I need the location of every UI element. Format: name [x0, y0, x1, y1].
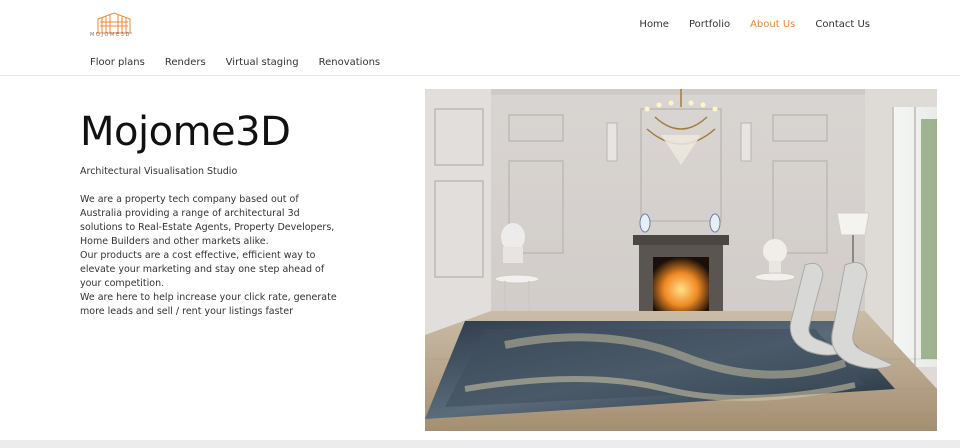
nav-portfolio[interactable]: Portfolio — [689, 19, 730, 31]
page-title: Mojome3D — [80, 109, 291, 155]
nav-contact-us[interactable]: Contact Us — [815, 19, 870, 31]
house-logo-icon — [96, 12, 132, 34]
logo-text: MOJOME3D — [90, 32, 131, 38]
nav-virtual-staging[interactable]: Virtual staging — [226, 57, 299, 69]
about-paragraph: We are here to help increase your click … — [80, 292, 337, 317]
about-description: We are a property tech company based out… — [80, 193, 342, 319]
services-nav: Floor plans Renders Virtual staging Reno… — [90, 57, 400, 69]
top-nav: Home Portfolio About Us Contact Us — [619, 19, 870, 31]
nav-home[interactable]: Home — [639, 19, 669, 31]
page-subtitle: Architectural Visualisation Studio — [80, 166, 238, 177]
about-paragraph: We are a property tech company based out… — [80, 194, 335, 247]
nav-floor-plans[interactable]: Floor plans — [90, 57, 145, 69]
nav-renders[interactable]: Renders — [165, 57, 206, 69]
footer-strip — [0, 440, 960, 448]
site-header: MOJOME3D Home Portfolio About Us Contact… — [0, 0, 960, 76]
nav-about-us[interactable]: About Us — [750, 19, 795, 31]
about-paragraph: Our products are a cost effective, effic… — [80, 250, 325, 289]
nav-renovations[interactable]: Renovations — [319, 57, 381, 69]
interior-render-image — [425, 89, 937, 431]
